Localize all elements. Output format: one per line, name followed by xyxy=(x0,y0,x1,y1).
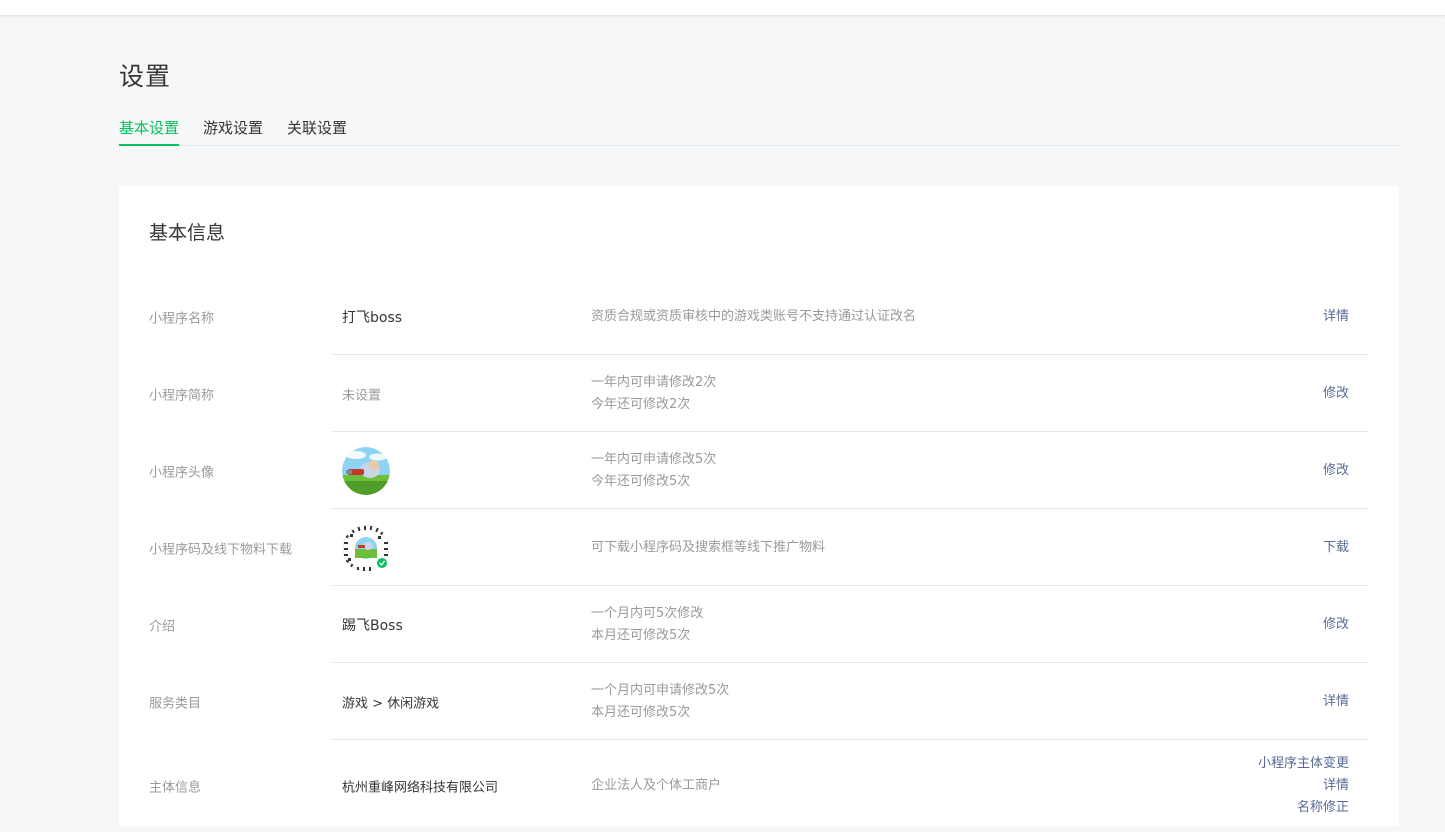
row-label: 介绍 xyxy=(149,619,176,634)
row-label: 小程序名称 xyxy=(149,311,215,326)
service-category-value: 游戏 > 休闲游戏 xyxy=(342,696,440,711)
download-link[interactable]: 下载 xyxy=(1323,537,1349,559)
row-entity-info: 主体信息 杭州重峰网络科技有限公司 企业法人及个体工商户 小程序主体变更 详情 … xyxy=(119,740,1399,832)
row-service-category: 服务类目 游戏 > 休闲游戏 一个月内可申请修改5次 本月还可修改5次 详情 xyxy=(119,663,1399,740)
row-label: 服务类目 xyxy=(149,696,202,711)
short-name-value: 未设置 xyxy=(342,388,382,403)
desc-line: 一年内可申请修改2次 xyxy=(591,374,717,390)
row-app-intro: 介绍 踢飞Boss 一个月内可5次修改 本月还可修改5次 修改 xyxy=(119,586,1399,663)
row-description: 资质合规或资质审核中的游戏类账号不支持通过认证改名 xyxy=(591,306,916,328)
details-link[interactable]: 详情 xyxy=(1258,775,1349,797)
card-title: 基本信息 xyxy=(149,222,226,244)
row-app-short-name: 小程序简称 未设置 一年内可申请修改2次 今年还可修改2次 修改 xyxy=(119,355,1399,432)
row-actions: 详情 xyxy=(1323,306,1349,328)
row-actions: 详情 xyxy=(1323,691,1349,713)
tab-game-settings[interactable]: 游戏设置 xyxy=(203,116,263,146)
modify-link[interactable]: 修改 xyxy=(1323,383,1349,405)
app-name-value: 打飞boss xyxy=(342,309,403,326)
details-link[interactable]: 详情 xyxy=(1323,691,1349,713)
row-description: 一年内可申请修改5次 今年还可修改5次 xyxy=(591,449,716,493)
page-title: 设置 xyxy=(119,62,172,91)
intro-value: 踢飞Boss xyxy=(342,617,403,634)
tab-related-settings[interactable]: 关联设置 xyxy=(287,116,347,146)
tab-basic-settings[interactable]: 基本设置 xyxy=(119,116,180,146)
mini-program-code-image xyxy=(342,524,390,572)
row-actions: 修改 xyxy=(1323,460,1349,482)
row-label: 小程序头像 xyxy=(149,465,215,480)
row-actions: 小程序主体变更 详情 名称修正 xyxy=(1258,753,1349,819)
row-app-avatar: 小程序头像 一年内可申请修改5次 今年还可修改5次 修改 xyxy=(119,432,1399,509)
details-link[interactable]: 详情 xyxy=(1323,306,1349,328)
top-bar xyxy=(0,0,1445,16)
row-app-qrcode: 小程序码及线下物料下载 可下载小程序码及搜索框等线下推广物料 下载 xyxy=(119,509,1399,586)
desc-line: 资质合规或资质审核中的游戏类账号不支持通过认证改名 xyxy=(591,308,917,324)
basic-info-card: 基本信息 小程序名称 打飞boss 资质合规或资质审核中的游戏类账号不支持通过认… xyxy=(119,186,1399,826)
desc-line: 一个月内可5次修改 xyxy=(591,605,704,621)
desc-line: 可下载小程序码及搜索框等线下推广物料 xyxy=(591,539,826,555)
row-description: 一个月内可5次修改 本月还可修改5次 xyxy=(591,603,703,647)
app-avatar-image xyxy=(342,446,390,495)
modify-link[interactable]: 修改 xyxy=(1323,460,1349,482)
row-actions: 修改 xyxy=(1323,614,1349,636)
row-actions: 修改 xyxy=(1323,383,1349,405)
row-actions: 下载 xyxy=(1323,537,1349,559)
desc-line: 一年内可申请修改5次 xyxy=(591,451,717,467)
row-description: 可下载小程序码及搜索框等线下推广物料 xyxy=(591,537,825,559)
entity-name-value: 杭州重峰网络科技有限公司 xyxy=(342,780,499,796)
desc-line: 本月还可修改5次 xyxy=(591,704,691,720)
row-description: 一年内可申请修改2次 今年还可修改2次 xyxy=(591,372,716,416)
row-label: 小程序码及线下物料下载 xyxy=(149,542,293,557)
row-label: 小程序简称 xyxy=(149,388,215,403)
row-label: 主体信息 xyxy=(149,780,202,796)
desc-line: 本月还可修改5次 xyxy=(591,627,691,643)
row-app-name: 小程序名称 打飞boss 资质合规或资质审核中的游戏类账号不支持通过认证改名 详… xyxy=(119,278,1399,355)
desc-line: 企业法人及个体工商户 xyxy=(591,778,722,793)
entity-change-link[interactable]: 小程序主体变更 xyxy=(1258,753,1349,775)
name-correction-link[interactable]: 名称修正 xyxy=(1258,797,1349,819)
row-description: 一个月内可申请修改5次 本月还可修改5次 xyxy=(591,680,729,724)
row-description: 企业法人及个体工商户 xyxy=(591,775,721,797)
desc-line: 今年还可修改2次 xyxy=(591,396,691,412)
desc-line: 今年还可修改5次 xyxy=(591,473,691,489)
modify-link[interactable]: 修改 xyxy=(1323,614,1349,636)
settings-tabs: 基本设置 游戏设置 关联设置 xyxy=(119,116,1399,146)
desc-line: 一个月内可申请修改5次 xyxy=(591,682,730,698)
